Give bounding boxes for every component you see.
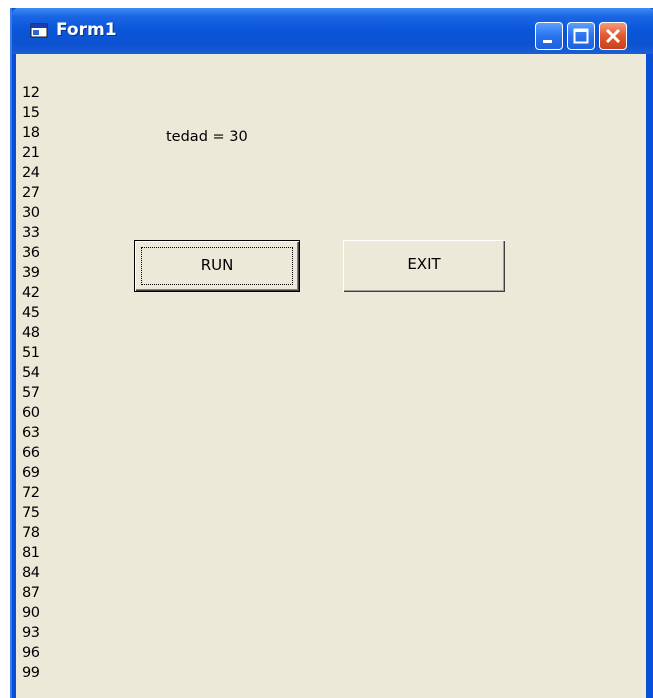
output-number: 96: [22, 645, 40, 661]
close-button[interactable]: [599, 22, 627, 50]
output-number: 45: [22, 305, 40, 321]
output-number: 90: [22, 605, 40, 621]
title-bar[interactable]: Form1: [12, 8, 653, 54]
run-button[interactable]: RUN: [134, 240, 300, 292]
run-button-label: RUN: [200, 256, 234, 274]
output-number: 72: [22, 485, 40, 501]
minimize-button[interactable]: [535, 22, 563, 50]
output-number: 18: [22, 125, 40, 141]
form-client-area: 12 15 18 21 24 27 30 33 36 39 42 45 48 51 54 57 60 63 66 69…: [16, 54, 646, 698]
exit-button-label: EXIT: [407, 255, 441, 273]
maximize-icon: [573, 28, 589, 44]
window-title: Form1: [56, 20, 117, 40]
output-number: 63: [22, 425, 40, 441]
output-number: 66: [22, 445, 40, 461]
form-window: Form1 12 15 18 21 24 27 30 33 36 39 42 45 48 51 54 57 60…: [10, 8, 653, 698]
output-number: 15: [22, 105, 40, 121]
maximize-button[interactable]: [567, 22, 595, 50]
output-number: 39: [22, 265, 40, 281]
output-number: 81: [22, 545, 40, 561]
output-number: 57: [22, 385, 40, 401]
output-number: 51: [22, 345, 40, 361]
output-number: 36: [22, 245, 40, 261]
output-number: 84: [22, 565, 40, 581]
output-number: 24: [22, 165, 40, 181]
tedad-label: tedad = 30: [166, 129, 248, 145]
output-number: 93: [22, 625, 40, 641]
output-number: 27: [22, 185, 40, 201]
output-number: 21: [22, 145, 40, 161]
output-number: 12: [22, 85, 40, 101]
close-icon: [605, 28, 621, 44]
minimize-icon: [543, 40, 552, 43]
exit-button[interactable]: EXIT: [343, 240, 505, 292]
output-number: 99: [22, 665, 40, 681]
form-window-icon[interactable]: [30, 23, 48, 38]
number-output-list: 12 15 18 21 24 27 30 33 36 39 42 45 48 51 54 57 60 63 66 69…: [22, 83, 40, 683]
output-number: 48: [22, 325, 40, 341]
output-number: 60: [22, 405, 40, 421]
output-number: 33: [22, 225, 40, 241]
output-number: 42: [22, 285, 40, 301]
output-number: 30: [22, 205, 40, 221]
output-number: 78: [22, 525, 40, 541]
output-number: 87: [22, 585, 40, 601]
output-number: 69: [22, 465, 40, 481]
output-number: 54: [22, 365, 40, 381]
output-number: 75: [22, 505, 40, 521]
